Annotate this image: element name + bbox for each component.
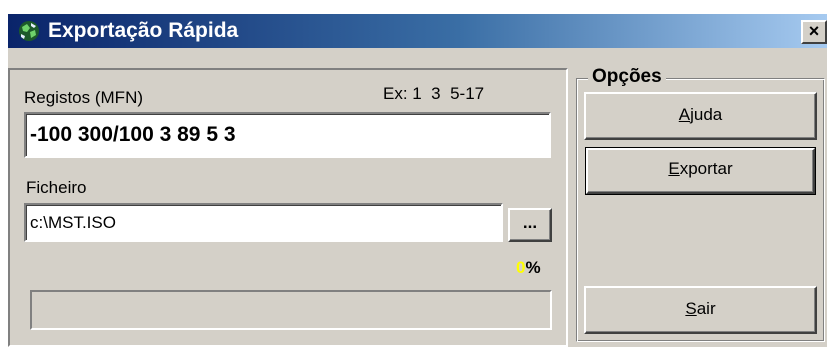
help-button[interactable]: Ajuda xyxy=(584,92,817,140)
options-group-title: Opções xyxy=(588,66,666,88)
export-accel: E xyxy=(668,159,680,178)
close-button[interactable]: × xyxy=(801,20,827,44)
records-example-hint: Ex: 1 3 5-17 xyxy=(383,84,485,103)
exit-label-rest: air xyxy=(696,299,716,318)
progress-percent: 0% xyxy=(516,258,541,278)
globe-app-icon xyxy=(19,21,39,41)
help-label-rest: juda xyxy=(690,105,723,124)
file-label: Ficheiro xyxy=(26,178,87,197)
progress-bar xyxy=(30,290,552,330)
export-button[interactable]: Exportar xyxy=(585,147,816,195)
exit-button[interactable]: Sair xyxy=(584,286,817,334)
browse-label: ... xyxy=(522,213,538,232)
close-icon: × xyxy=(808,21,820,41)
records-label: Registos (MFN) xyxy=(24,88,144,107)
export-label-rest: xportar xyxy=(679,159,733,178)
records-input[interactable] xyxy=(24,112,551,158)
browse-button[interactable]: ... xyxy=(508,208,552,242)
exit-accel: S xyxy=(685,299,697,318)
progress-unit: % xyxy=(525,258,541,277)
file-path-input[interactable] xyxy=(24,203,503,242)
help-accel: A xyxy=(678,105,691,124)
export-dialog: Exportação Rápida × Registos (MFN) Ex: 1… xyxy=(8,14,827,347)
title-bar[interactable]: Exportação Rápida × xyxy=(8,14,827,48)
window-title: Exportação Rápida xyxy=(48,19,239,42)
